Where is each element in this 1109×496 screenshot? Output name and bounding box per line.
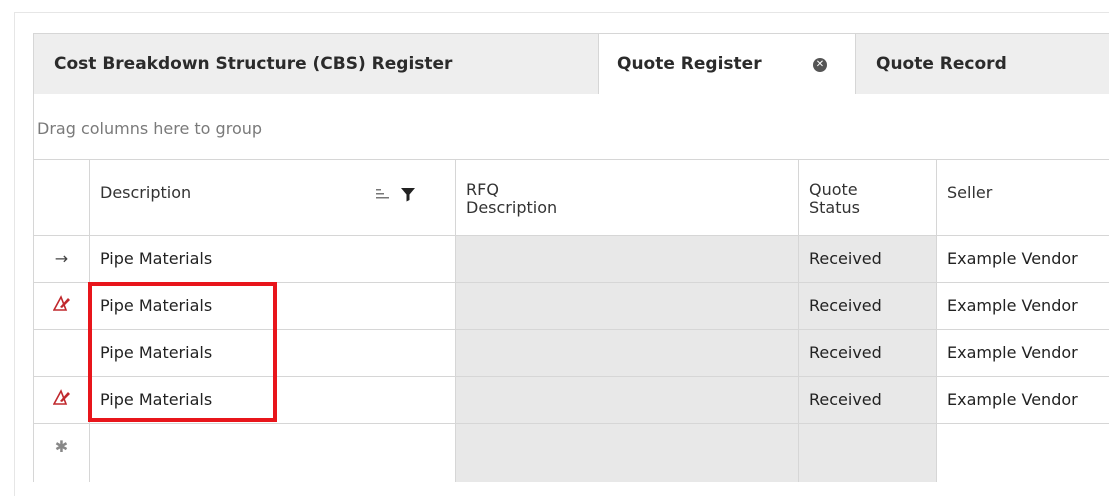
cell-description[interactable] <box>90 424 456 482</box>
column-header-label: Status <box>809 198 860 217</box>
tab-label: Quote Register <box>617 54 762 74</box>
column-header-label: RFQ <box>466 180 499 199</box>
group-by-placeholder: Drag columns here to group <box>37 119 263 138</box>
filter-icon[interactable] <box>400 186 416 202</box>
tab-label: Cost Breakdown Structure (CBS) Register <box>54 54 453 74</box>
new-row[interactable]: ✱ <box>34 424 1109 482</box>
cell-rfq-description[interactable] <box>456 283 799 329</box>
cell-seller[interactable]: Example Vendor <box>937 377 1109 423</box>
new-row-asterisk-icon: ✱ <box>54 437 69 456</box>
column-header-label: Seller <box>947 183 993 202</box>
tab-cbs-register[interactable]: Cost Breakdown Structure (CBS) Register <box>34 34 599 95</box>
table-row[interactable]: Pipe Materials Received Example Vendor <box>34 330 1109 377</box>
cell-description[interactable]: Pipe Materials <box>90 377 456 423</box>
edit-pencil-icon <box>52 295 70 311</box>
table-row[interactable]: Pipe Materials Received Example Vendor <box>34 283 1109 330</box>
cell-quote-status[interactable]: Received <box>799 236 937 282</box>
cell-quote-status[interactable]: Received <box>799 377 937 423</box>
cell-rfq-description[interactable] <box>456 377 799 423</box>
cell-description[interactable]: Pipe Materials <box>90 330 456 376</box>
close-icon[interactable]: ✕ <box>813 58 827 72</box>
tab-quote-record[interactable]: Quote Record <box>856 34 1109 95</box>
cell-description[interactable]: Pipe Materials <box>90 283 456 329</box>
column-header-rfq-description[interactable]: RFQ Description <box>456 160 799 235</box>
column-header-label: Description <box>100 183 192 202</box>
group-by-area[interactable]: Drag columns here to group <box>34 94 1109 160</box>
cell-quote-status[interactable]: Received <box>799 330 937 376</box>
row-indicator[interactable] <box>34 330 90 376</box>
cell-rfq-description[interactable] <box>456 330 799 376</box>
header-indicator-cell <box>34 160 90 235</box>
tab-strip: Cost Breakdown Structure (CBS) Register … <box>33 33 1109 96</box>
cell-seller[interactable]: Example Vendor <box>937 330 1109 376</box>
column-header-label: Description <box>466 198 558 217</box>
cell-rfq-description[interactable] <box>456 236 799 282</box>
cell-seller[interactable]: Example Vendor <box>937 236 1109 282</box>
cell-seller[interactable]: Example Vendor <box>937 283 1109 329</box>
cell-quote-status[interactable]: Received <box>799 283 937 329</box>
row-indicator[interactable] <box>34 283 90 329</box>
row-indicator[interactable]: → <box>34 236 90 282</box>
row-indicator[interactable]: ✱ <box>34 424 90 482</box>
tab-quote-register[interactable]: Quote Register ✕ <box>599 34 856 96</box>
tab-label: Quote Record <box>876 54 1007 74</box>
cell-rfq-description[interactable] <box>456 424 799 482</box>
cell-seller[interactable] <box>937 424 1109 482</box>
edit-pencil-icon <box>52 389 70 405</box>
column-header-quote-status[interactable]: Quote Status <box>799 160 937 235</box>
column-header-seller[interactable]: Seller <box>937 160 1109 235</box>
table-row[interactable]: Pipe Materials Received Example Vendor <box>34 377 1109 424</box>
table-row[interactable]: → Pipe Materials Received Example Vendor <box>34 236 1109 283</box>
column-header-label: Quote <box>809 180 858 199</box>
quote-register-grid-panel: Drag columns here to group Description R… <box>33 94 1109 482</box>
column-header-description[interactable]: Description <box>90 160 456 235</box>
cell-description[interactable]: Pipe Materials <box>90 236 456 282</box>
grid-header-row: Description RFQ Description Quote Status <box>34 160 1109 236</box>
cell-quote-status[interactable] <box>799 424 937 482</box>
sort-ascending-icon[interactable] <box>376 188 390 200</box>
row-indicator[interactable] <box>34 377 90 423</box>
current-row-arrow-icon: → <box>54 249 69 268</box>
